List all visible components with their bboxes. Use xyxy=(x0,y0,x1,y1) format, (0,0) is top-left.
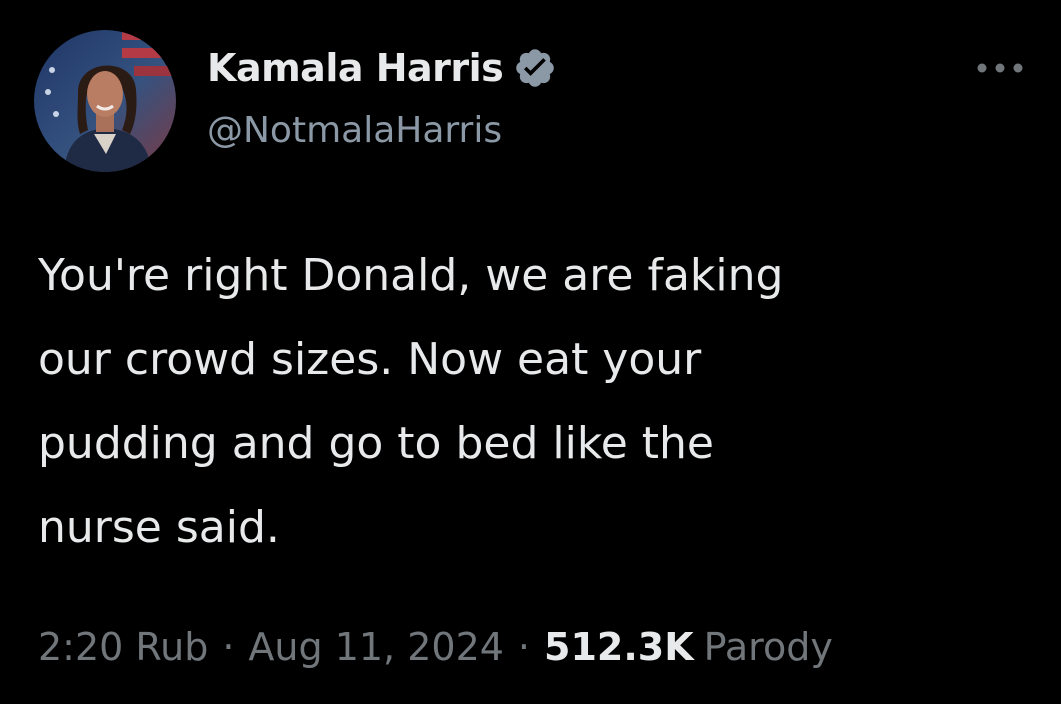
tweet-date[interactable]: Aug 11, 2024 xyxy=(248,625,504,669)
avatar-image xyxy=(34,30,176,172)
tweet-meta: 2:20 Rub · Aug 11, 2024 · 512.3K Parody xyxy=(38,625,833,669)
views-count[interactable]: 512.3K xyxy=(544,625,694,669)
views-label: Parody xyxy=(703,625,833,669)
tweet-text: You're right Donald, we are faking our c… xyxy=(38,250,784,553)
author-name-row: Kamala Harris xyxy=(207,40,557,96)
more-horizontal-icon xyxy=(977,63,1023,73)
verified-badge-icon[interactable] xyxy=(513,46,557,90)
author-name[interactable]: Kamala Harris xyxy=(207,46,504,90)
more-options-button[interactable] xyxy=(968,48,1032,88)
meta-separator: · xyxy=(517,625,531,669)
avatar[interactable] xyxy=(34,30,176,172)
tweet-time[interactable]: 2:20 Rub xyxy=(38,625,208,669)
tweet: Kamala Harris @NotmalaHarris You're righ… xyxy=(0,0,1061,704)
author-handle[interactable]: @NotmalaHarris xyxy=(207,110,502,151)
meta-separator: · xyxy=(222,625,235,669)
